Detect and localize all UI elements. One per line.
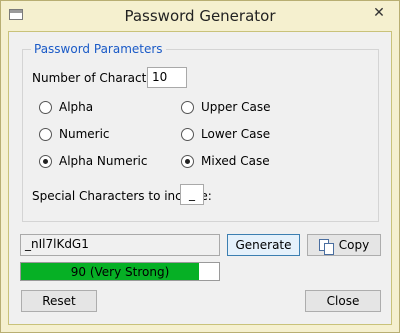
mixed-case-radio[interactable]: [181, 155, 194, 168]
alpha-numeric-radio[interactable]: [39, 155, 52, 168]
strength-meter: 90 (Very Strong): [20, 262, 220, 281]
copy-icon: [318, 238, 334, 255]
mixed-case-label[interactable]: Mixed Case: [201, 154, 270, 168]
window-title: Password Generator: [124, 7, 276, 25]
password-output[interactable]: _nIl7lKdG1: [20, 234, 220, 256]
group-title: Password Parameters: [31, 42, 166, 56]
password-parameters-group: Password Parameters Number of Characters…: [22, 42, 379, 222]
alpha-radio[interactable]: [39, 101, 52, 114]
reset-button[interactable]: Reset: [21, 290, 97, 312]
num-chars-input[interactable]: 10: [147, 67, 187, 88]
copy-button[interactable]: Copy: [307, 234, 381, 256]
dialog-body: Password Parameters Number of Characters…: [8, 31, 392, 325]
upper-case-label[interactable]: Upper Case: [201, 100, 271, 114]
close-window-button[interactable]: ✕: [365, 4, 393, 22]
copy-button-label: Copy: [338, 238, 370, 252]
alpha-numeric-label[interactable]: Alpha Numeric: [59, 154, 147, 168]
close-button[interactable]: Close: [305, 290, 381, 312]
password-generator-window: Password Generator ✕ Password Parameters…: [0, 0, 400, 333]
lower-case-label[interactable]: Lower Case: [201, 127, 270, 141]
numeric-radio[interactable]: [39, 128, 52, 141]
upper-case-radio[interactable]: [181, 101, 194, 114]
lower-case-radio[interactable]: [181, 128, 194, 141]
generate-button[interactable]: Generate: [227, 234, 300, 256]
strength-text: 90 (Very Strong): [70, 265, 170, 279]
special-chars-input[interactable]: _: [180, 184, 204, 205]
numeric-label[interactable]: Numeric: [59, 127, 110, 141]
title-bar[interactable]: Password Generator ✕: [1, 1, 399, 31]
alpha-label[interactable]: Alpha: [59, 100, 93, 114]
